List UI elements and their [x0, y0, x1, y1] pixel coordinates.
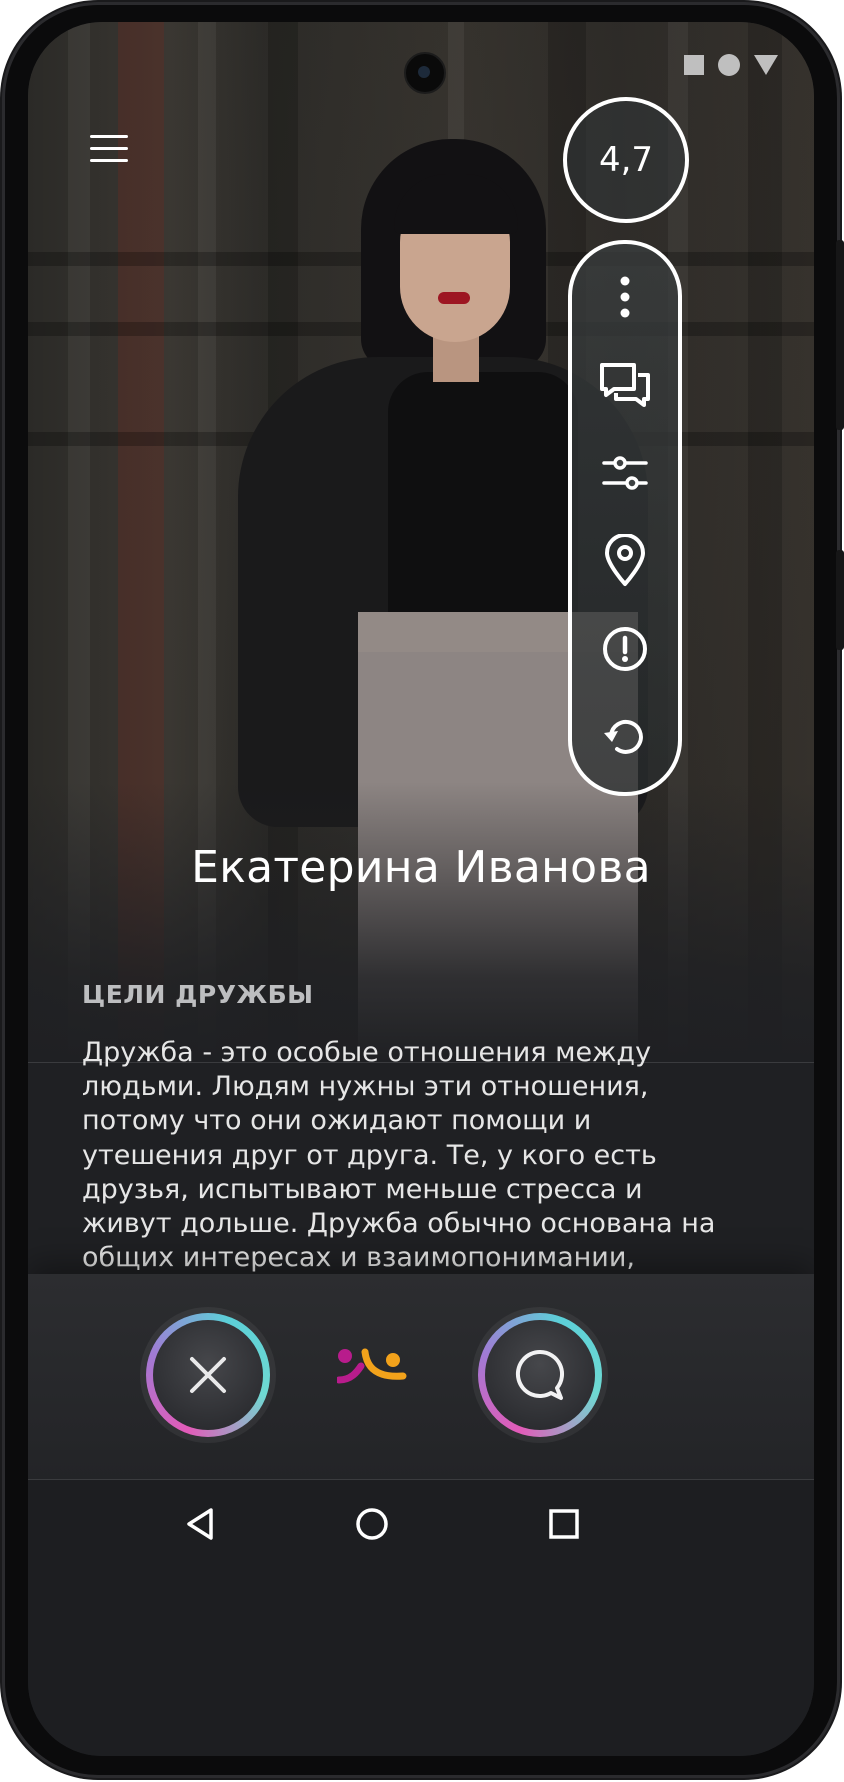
- nav-recents-button[interactable]: [544, 1504, 584, 1544]
- nav-home-button[interactable]: [352, 1504, 392, 1544]
- profile-photo: [28, 22, 814, 1062]
- screen: 4,7 Екатерина Иванова ЦЕЛИ ДРУЖБЫ Дружба…: [28, 22, 814, 1756]
- circle-icon: [718, 54, 740, 76]
- filter-sliders-icon: [602, 456, 648, 490]
- system-nav-bar: [28, 1480, 814, 1756]
- chat-bubbles-icon: [600, 363, 650, 407]
- power-button: [836, 550, 844, 650]
- close-icon: [190, 1357, 226, 1393]
- app-logo-icon: [337, 1348, 407, 1384]
- location-pin-icon: [605, 534, 645, 586]
- filters-button[interactable]: [572, 438, 678, 508]
- person-top: [388, 372, 578, 632]
- triangle-icon: [754, 55, 778, 75]
- section-body: Дружба - это особые отношения между людь…: [82, 1037, 716, 1296]
- nav-back-button[interactable]: [180, 1504, 220, 1544]
- more-icon: [620, 276, 630, 318]
- volume-button: [836, 240, 844, 430]
- square-icon: [684, 55, 704, 75]
- report-button[interactable]: [572, 614, 678, 684]
- action-bar: [28, 1274, 814, 1480]
- report-icon: [603, 627, 647, 671]
- dismiss-button[interactable]: [146, 1313, 270, 1437]
- hamburger-menu-icon[interactable]: [90, 135, 128, 163]
- location-button[interactable]: [572, 526, 678, 596]
- message-icon: [515, 1349, 565, 1400]
- home-icon: [356, 1508, 388, 1540]
- photo-fade: [28, 782, 814, 1062]
- undo-icon: [604, 719, 643, 754]
- back-icon: [187, 1508, 213, 1540]
- side-toolbar: [568, 240, 682, 796]
- rating-badge[interactable]: 4,7: [563, 97, 689, 223]
- recents-icon: [549, 1509, 579, 1539]
- status-bar: [684, 54, 778, 76]
- front-camera: [404, 52, 446, 94]
- undo-button[interactable]: [572, 702, 678, 772]
- person-lips: [438, 292, 470, 304]
- rating-value: 4,7: [598, 140, 654, 180]
- profile-name: Екатерина Иванова: [191, 842, 651, 893]
- more-button[interactable]: [572, 262, 678, 332]
- section-title: ЦЕЛИ ДРУЖБЫ: [82, 980, 314, 1009]
- message-button[interactable]: [478, 1313, 602, 1437]
- messages-button[interactable]: [572, 350, 678, 420]
